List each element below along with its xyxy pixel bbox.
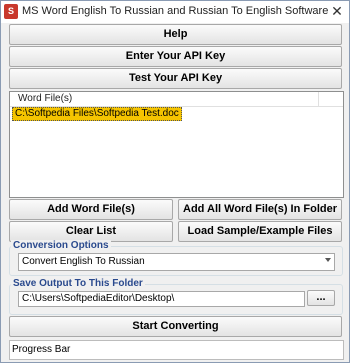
output-folder-field[interactable]: C:\Users\SoftpediaEditor\Desktop\ — [18, 291, 305, 307]
close-icon[interactable]: ✕ — [330, 4, 344, 18]
list-column-header[interactable]: Word File(s) — [10, 92, 343, 107]
chevron-down-icon — [325, 258, 331, 262]
progress-label: Progress Bar — [12, 344, 71, 355]
title-bar: S MS Word English To Russian and Russian… — [1, 1, 349, 23]
app-icon: S — [4, 4, 18, 19]
conversion-options-select[interactable]: Convert English To Russian — [18, 253, 335, 271]
add-all-in-folder-button[interactable]: Add All Word File(s) In Folder — [178, 199, 342, 220]
word-file-list[interactable]: Word File(s) C:\Softpedia Files\Softpedi… — [9, 91, 344, 198]
progress-bar: Progress Bar — [9, 340, 344, 360]
help-button[interactable]: Help — [9, 24, 342, 45]
save-output-label: Save Output To This Folder — [11, 278, 145, 289]
conversion-options-value: Convert English To Russian — [22, 256, 145, 267]
window-title: MS Word English To Russian and Russian T… — [22, 5, 329, 17]
add-word-files-button[interactable]: Add Word File(s) — [9, 199, 173, 220]
list-item[interactable]: C:\Softpedia Files\Softpedia Test.doc — [12, 107, 182, 121]
column-divider — [318, 92, 319, 106]
browse-button[interactable]: ... — [307, 290, 335, 306]
test-api-key-button[interactable]: Test Your API Key — [9, 68, 342, 89]
clear-list-button[interactable]: Clear List — [9, 221, 173, 242]
enter-api-key-button[interactable]: Enter Your API Key — [9, 46, 342, 67]
conversion-options-label: Conversion Options — [11, 240, 111, 251]
load-sample-button[interactable]: Load Sample/Example Files — [178, 221, 342, 242]
list-column-header-label: Word File(s) — [18, 93, 73, 104]
start-converting-button[interactable]: Start Converting — [9, 316, 342, 337]
app-window: S MS Word English To Russian and Russian… — [0, 0, 350, 363]
